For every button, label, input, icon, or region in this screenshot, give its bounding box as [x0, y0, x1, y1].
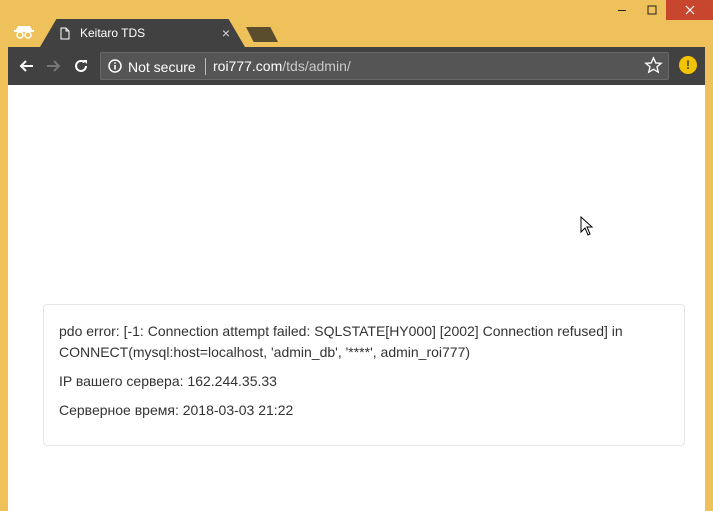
url-path: /tds/admin/: [282, 58, 351, 74]
tab-title: Keitaro TDS: [80, 26, 146, 40]
server-time: Серверное время: 2018-03-03 21:22: [59, 402, 294, 418]
reload-button[interactable]: [70, 55, 92, 77]
reload-icon: [75, 59, 87, 72]
close-icon: [685, 5, 694, 15]
page-content: pdo error: [-1: Connection attempt faile…: [8, 85, 705, 511]
address-bar[interactable]: Not secure roi777.com/tds/admin/: [100, 52, 669, 80]
browser-toolbar: Not secure roi777.com/tds/admin/ !: [8, 47, 705, 85]
browser-frame: Keitaro TDS × Not secure roi777.com/tds/…: [0, 0, 713, 511]
address-separator: [205, 58, 206, 75]
incognito-icon: [14, 26, 34, 39]
error-message: pdo error: [-1: Connection attempt faile…: [59, 323, 623, 360]
server-ip: IP вашего сервера: 162.244.35.33: [59, 373, 277, 389]
maximize-button[interactable]: [638, 0, 666, 20]
arrow-right-icon: [47, 60, 61, 72]
url-text[interactable]: roi777.com/tds/admin/: [213, 58, 351, 74]
security-label: Not secure: [128, 59, 196, 75]
error-panel: pdo error: [-1: Connection attempt faile…: [43, 304, 685, 446]
arrow-left-icon: [19, 60, 33, 72]
info-icon[interactable]: [108, 59, 122, 73]
minimize-button[interactable]: [605, 0, 638, 20]
forward-button[interactable]: [42, 55, 64, 77]
back-button[interactable]: [16, 55, 38, 77]
active-tab-content: Keitaro TDS ×: [54, 19, 244, 47]
page-icon: [60, 27, 70, 39]
close-window-button[interactable]: [666, 0, 713, 20]
mouse-cursor-icon: [580, 216, 594, 236]
maximize-icon: [647, 5, 657, 15]
tab-close-icon[interactable]: ×: [222, 25, 230, 41]
warning-icon[interactable]: !: [679, 56, 697, 74]
url-domain: roi777.com: [213, 58, 283, 74]
star-icon[interactable]: [644, 56, 663, 75]
minimize-icon: [617, 10, 626, 11]
